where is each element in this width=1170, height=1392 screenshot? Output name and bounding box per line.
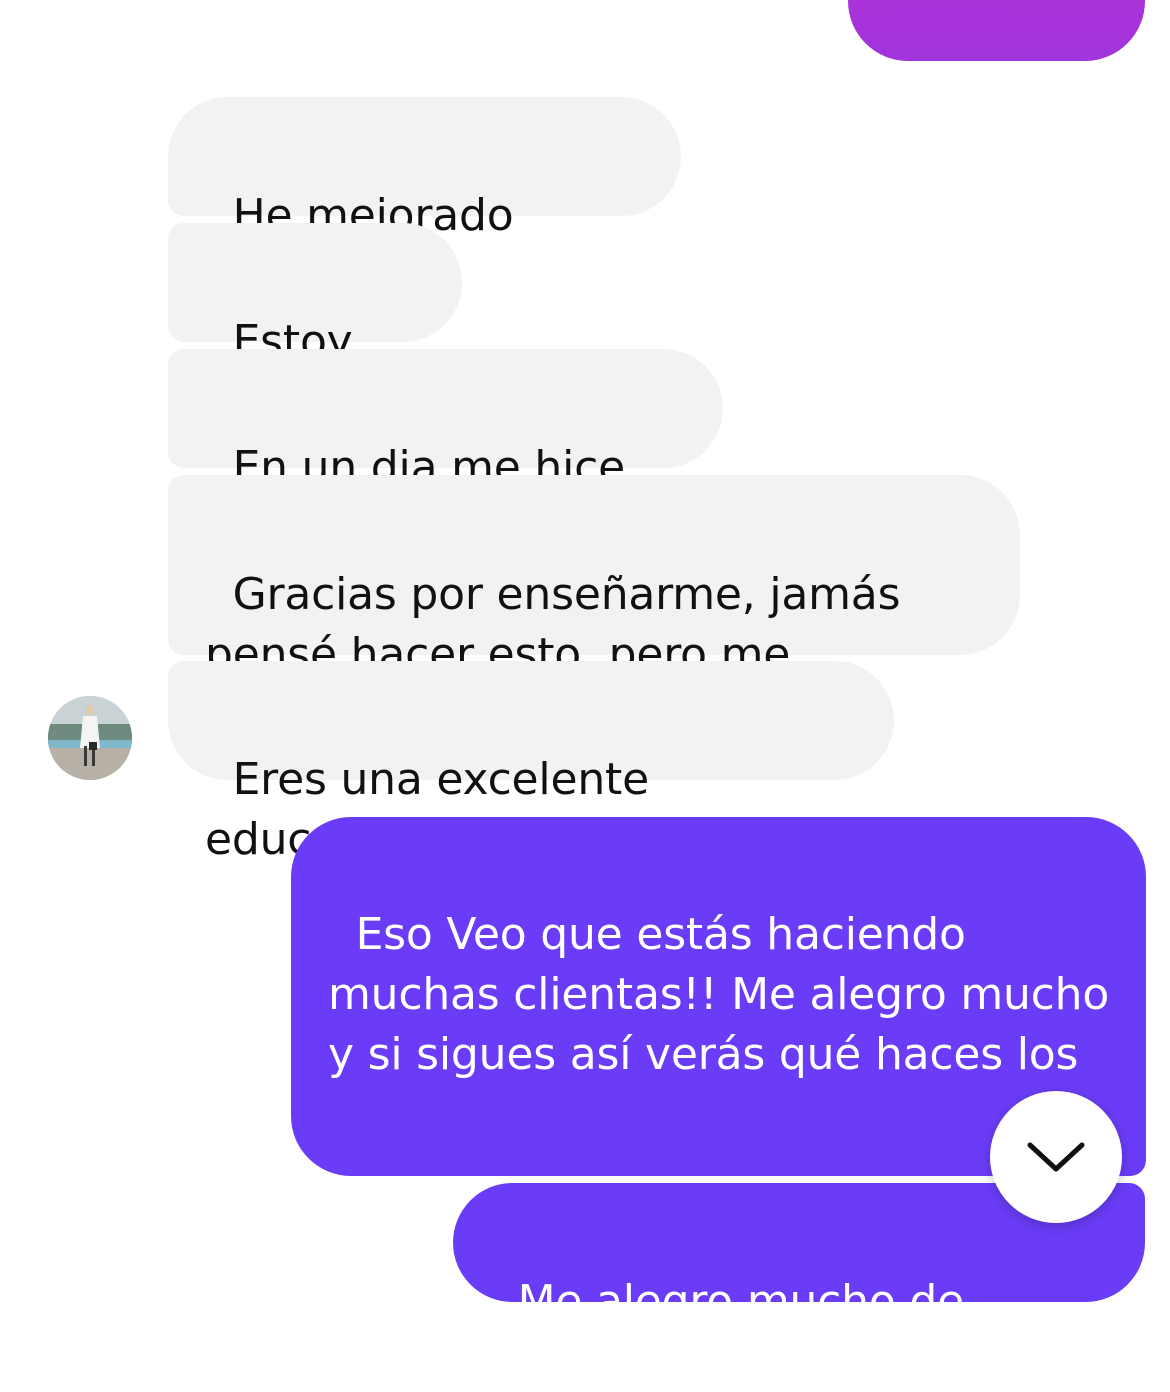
folded-hands-emoji bbox=[708, 1085, 766, 1263]
incoming-message-bubble[interactable]: Eres una excelente educadora bbox=[168, 661, 894, 865]
message-text: Me alegro mucho de verdad! bbox=[490, 1276, 978, 1387]
incoming-message-bubble[interactable]: Estoy feliz bbox=[168, 223, 462, 427]
folded-hands-emoji bbox=[848, 1085, 906, 1263]
message-text: Perfectas! bbox=[886, 106, 1107, 157]
chevron-down-icon bbox=[1027, 1142, 1085, 1172]
contact-avatar[interactable] bbox=[48, 696, 132, 780]
incoming-message-bubble[interactable]: En un dia me hice 200 bbox=[168, 349, 723, 553]
incoming-message-bubble[interactable]: Gracias por enseñarme, jamás pensé hacer… bbox=[168, 475, 1020, 740]
avatar-photo bbox=[48, 696, 132, 780]
scroll-to-bottom-button[interactable] bbox=[990, 1091, 1122, 1223]
incoming-message-bubble[interactable]: He mejorado mucho bbox=[168, 97, 681, 301]
folded-hands-emoji bbox=[778, 1085, 836, 1263]
outgoing-message-bubble[interactable]: Perfectas! bbox=[848, 0, 1145, 157]
